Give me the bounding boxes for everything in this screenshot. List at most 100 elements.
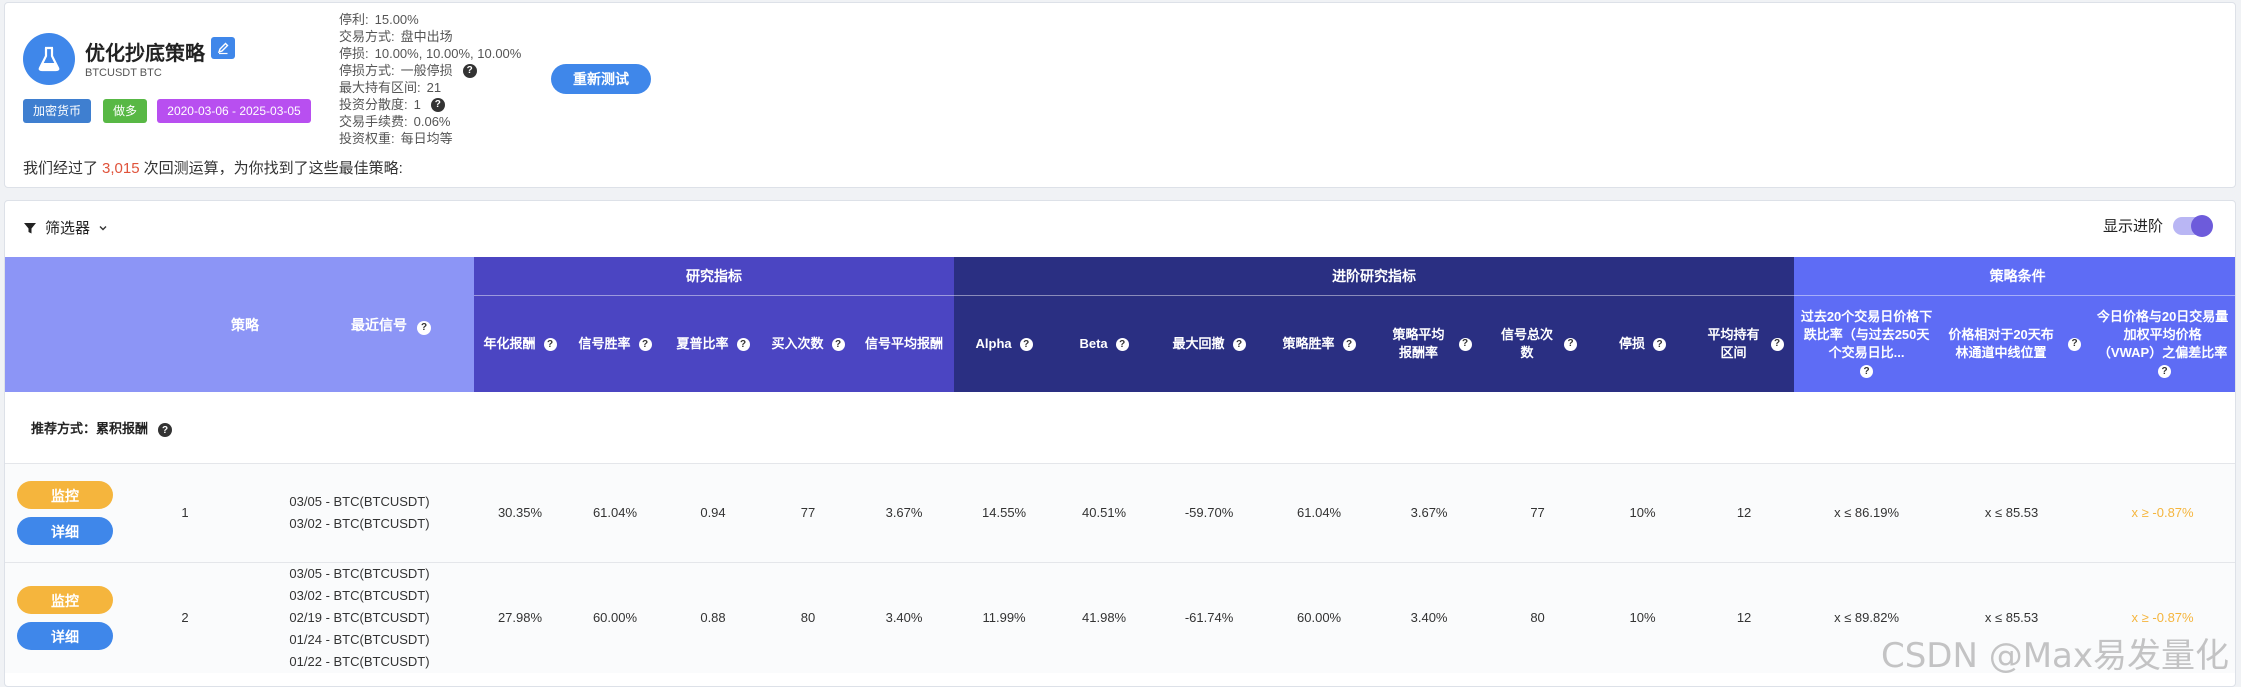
cond-price-drop: x ≤ 86.19% [1794, 462, 1940, 562]
cond-price-drop-header[interactable]: 过去20个交易日价格下跌比率（与过去250天个交易日比...? [1794, 295, 1940, 392]
backtest-count: 3,015 [102, 160, 140, 177]
recommend-method: 推荐方式：累积报酬? [5, 392, 2235, 463]
show-advanced-label: 显示进阶 [2102, 218, 2163, 235]
sharpe-header[interactable]: 夏普比率? [664, 295, 762, 392]
param-diversification: 投资分散度: 1? [339, 96, 521, 113]
help-icon[interactable]: ? [158, 423, 173, 438]
strategy-summary-card: 优化抄底策略 BTCUSDT BTC 加密货币 做多 2020-03-06 - … [4, 2, 2236, 188]
param-max-hold: 最大持有区间: 21 [339, 80, 442, 95]
rank: 2 [125, 561, 245, 673]
sharpe: 0.88 [664, 561, 762, 673]
cond-vwap-header[interactable]: 今日价格与20日交易量加权平均价格（VWAP）之偏差比率? [2084, 295, 2235, 392]
help-icon: ? [1653, 338, 1667, 352]
help-icon: ? [638, 338, 652, 352]
watermark: CSDN @Max易发量化 [1880, 636, 2229, 676]
market-tag: 加密货币 [23, 99, 91, 123]
stop-loss-header[interactable]: 停损? [1591, 295, 1695, 392]
max-drawdown: -59.70% [1154, 462, 1265, 562]
strategy-avg-return: 3.40% [1374, 561, 1485, 673]
help-icon: ? [1564, 337, 1578, 351]
cond-vwap: x ≥ -0.87% [2084, 462, 2235, 562]
param-stop-loss: 停损: 10.00%, 10.00%, 10.00% [339, 46, 522, 61]
param-take-profit: 停利: 15.00% [339, 12, 419, 27]
signal-avg-return: 3.40% [854, 561, 955, 673]
max-drawdown: -61.74% [1154, 561, 1265, 673]
cond-bollinger-header[interactable]: 价格相对于20天布林通道中线位置? [1939, 295, 2085, 392]
date-range-tag: 2020-03-06 - 2025-03-05 [157, 99, 311, 123]
advanced-metrics-group: 进阶研究指标 [954, 257, 1795, 296]
strategy-winrate-header[interactable]: 策略胜率? [1264, 295, 1375, 392]
show-advanced-toggle-wrap: 显示进阶 [2102, 214, 2213, 237]
help-icon[interactable]: ? [462, 63, 477, 78]
avg-hold-header[interactable]: 平均持有区间? [1694, 295, 1795, 392]
param-stop-loss-mode: 停损方式: 一般停损? [339, 62, 521, 79]
strategy-title: 优化抄底策略 [85, 43, 205, 65]
cond-bollinger: x ≤ 85.53 [1939, 462, 2085, 562]
recent-signals: 03/05 - BTC(BTCUSDT) 03/02 - BTC(BTCUSDT… [245, 462, 474, 562]
buy-count: 80 [762, 561, 854, 673]
param-trade-mode: 交易方式: 盘中出场 [339, 29, 453, 44]
signal-avg-return-header[interactable]: 信号平均报酬 [854, 295, 955, 392]
help-icon: ? [1019, 338, 1033, 352]
detail-button[interactable]: 详细 [17, 516, 113, 545]
edit-title-button[interactable] [211, 37, 235, 59]
strategy-avg-return: 3.67% [1374, 462, 1485, 562]
signal-total-header[interactable]: 信号总次数? [1484, 295, 1592, 392]
backtest-summary: 我们经过了 3,015 次回测运算，为你找到了这些最佳策略: [23, 160, 403, 177]
alpha-header[interactable]: Alpha? [954, 295, 1055, 392]
buy-count: 77 [762, 462, 854, 562]
help-icon: ? [1232, 338, 1246, 352]
filter-dropdown[interactable]: 筛选器 [23, 217, 108, 238]
help-icon: ? [1770, 337, 1784, 351]
help-icon: ? [1458, 337, 1472, 351]
alpha: 11.99% [954, 561, 1055, 673]
strategy-winrate: 60.00% [1264, 561, 1375, 673]
help-icon[interactable]: ? [417, 320, 431, 335]
detail-button[interactable]: 详细 [17, 621, 113, 650]
max-drawdown-header[interactable]: 最大回撤? [1154, 295, 1265, 392]
help-icon: ? [1115, 338, 1129, 352]
avg-hold: 12 [1694, 561, 1795, 673]
annual-return-header[interactable]: 年化报酬? [474, 295, 566, 392]
help-icon[interactable]: ? [430, 97, 445, 112]
sharpe: 0.94 [664, 462, 762, 562]
strategy-params: 停利: 15.00% 交易方式: 盘中出场 停损: 10.00%, 10.00%, 1… [339, 11, 521, 147]
annual-return: 27.98% [474, 561, 566, 673]
help-icon: ? [2158, 365, 2172, 379]
show-advanced-toggle[interactable] [2173, 214, 2213, 237]
help-icon: ? [1342, 338, 1356, 352]
beta: 40.51% [1054, 462, 1155, 562]
rank: 1 [125, 462, 245, 562]
param-fee: 交易手续费: 0.06% [339, 114, 451, 129]
monitor-button[interactable]: 监控 [17, 480, 113, 509]
stop-loss: 10% [1591, 462, 1695, 562]
strategy-table: 策略 最近信号? 研究指标 进阶研究指标 策略条件 年化报酬? 信号胜率? 夏普… [5, 257, 2235, 673]
avg-hold: 12 [1694, 462, 1795, 562]
buy-count-header[interactable]: 买入次数? [762, 295, 854, 392]
annual-return: 30.35% [474, 462, 566, 562]
row-actions: 监控 详细 [5, 561, 125, 673]
retest-button[interactable]: 重新测试 [551, 64, 651, 94]
pencil-icon [217, 42, 229, 55]
strategy-results-card: 筛选器 显示进阶 策略 最近信号? 研究指标 进阶研究指标 策略条件 年化报酬?… [4, 200, 2236, 687]
help-icon: ? [1860, 365, 1874, 379]
flask-icon [23, 33, 75, 85]
monitor-button[interactable]: 监控 [17, 585, 113, 614]
help-icon: ? [543, 338, 557, 352]
filter-icon [24, 222, 36, 233]
strategy-avg-return-header[interactable]: 策略平均报酬率? [1374, 295, 1485, 392]
beta-header[interactable]: Beta? [1054, 295, 1155, 392]
help-icon: ? [831, 338, 845, 352]
direction-tag: 做多 [103, 99, 147, 123]
signal-winrate: 61.04% [566, 462, 664, 562]
signal-avg-return: 3.67% [854, 462, 955, 562]
recent-signals: 03/05 - BTC(BTCUSDT) 03/02 - BTC(BTCUSDT… [245, 561, 474, 673]
strategy-winrate: 61.04% [1264, 462, 1375, 562]
row-actions: 监控 详细 [5, 462, 125, 562]
strategy-header: 策略 最近信号? [5, 257, 474, 393]
signal-winrate-header[interactable]: 信号胜率? [566, 295, 664, 392]
help-icon: ? [736, 338, 750, 352]
strategy-subtitle: BTCUSDT BTC [85, 67, 162, 79]
chevron-down-icon [99, 225, 107, 230]
help-icon: ? [2068, 337, 2082, 351]
